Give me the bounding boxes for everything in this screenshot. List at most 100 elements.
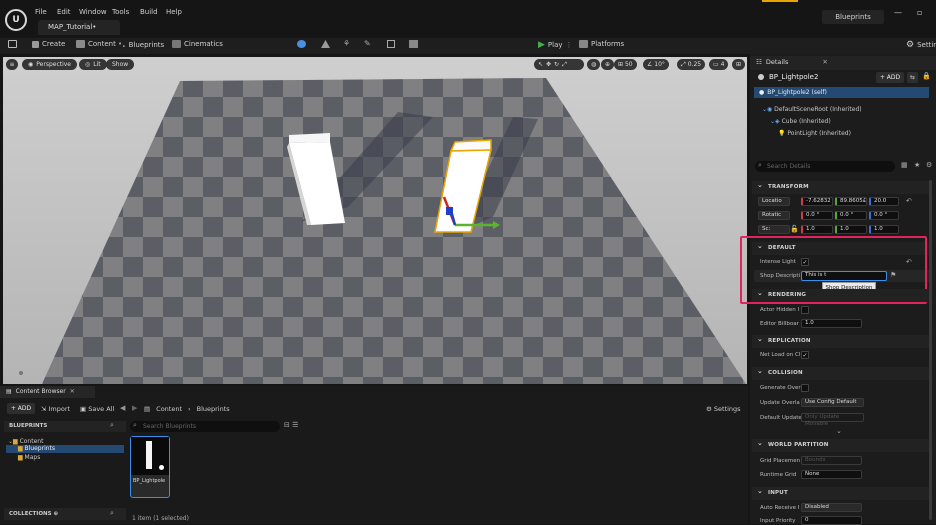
- net-load-checkbox[interactable]: ✓: [801, 351, 809, 359]
- collections-header[interactable]: COLLECTIONS ⊕: [4, 508, 126, 520]
- details-tab[interactable]: ☷ Details ✕: [756, 58, 828, 66]
- viewport-layout-icon[interactable]: ⊞: [732, 59, 746, 70]
- section-collision[interactable]: COLLISION: [752, 365, 930, 380]
- close-content-browser-icon[interactable]: ✕: [70, 388, 75, 396]
- location-z[interactable]: 20.0: [869, 197, 899, 206]
- rotation-snap-button[interactable]: ∠ 10°: [643, 59, 669, 70]
- save-all-button[interactable]: ▣ Save All: [80, 405, 114, 413]
- reset-location-icon[interactable]: ↶: [906, 197, 912, 205]
- level-viewport[interactable]: [3, 57, 747, 384]
- content-browser-tab[interactable]: ▤ Content Browser ✕: [0, 386, 95, 398]
- generate-overlap-checkbox[interactable]: [801, 384, 809, 392]
- perspective-button[interactable]: ◉ Perspective: [22, 59, 77, 70]
- section-rendering[interactable]: RENDERING: [752, 287, 930, 302]
- auto-receive-dropdown[interactable]: Disabled: [801, 503, 862, 512]
- tree-default-scene-root[interactable]: ⌄◉ DefaultSceneRoot (Inherited): [762, 106, 862, 113]
- rotation-dropdown[interactable]: Rotatic: [758, 211, 790, 220]
- level-tab[interactable]: MAP_Tutorial•: [38, 20, 120, 35]
- filter-icon[interactable]: ⊟ ☰: [284, 421, 298, 429]
- content-button[interactable]: Content: [76, 40, 116, 48]
- modeling-icon[interactable]: ✎: [364, 39, 371, 48]
- rotation-y[interactable]: 0.0 °: [835, 211, 867, 220]
- lock-icon[interactable]: 🔒: [922, 72, 931, 80]
- breadcrumb-blueprints[interactable]: Blueprints: [197, 405, 230, 413]
- history-back-icon[interactable]: ◀: [120, 404, 125, 412]
- surface-snap-icon[interactable]: ⊕: [601, 59, 615, 70]
- tree-maps[interactable]: ▆ Maps: [18, 454, 40, 461]
- component-self-row[interactable]: ● BP_Lightpole2 (self): [754, 87, 929, 98]
- create-button[interactable]: Create: [32, 40, 65, 48]
- fracture-icon[interactable]: [387, 40, 395, 48]
- details-settings-icon[interactable]: ⚙: [926, 161, 932, 169]
- section-world-partition[interactable]: WORLD PARTITION: [752, 437, 930, 452]
- play-options-icon[interactable]: ⋮: [566, 41, 573, 49]
- actor-hidden-checkbox[interactable]: [801, 306, 809, 314]
- menu-tools[interactable]: Tools: [112, 8, 129, 16]
- maximize-icon[interactable]: ▫: [917, 8, 922, 17]
- section-replication[interactable]: REPLICATION: [752, 333, 930, 348]
- tree-cube[interactable]: ⌄◈ Cube (Inherited): [770, 118, 831, 125]
- play-button[interactable]: ▶ Play ⋮: [538, 40, 573, 50]
- scale-x[interactable]: 1.0: [801, 225, 833, 234]
- blueprints-window-tab[interactable]: Blueprints: [822, 10, 884, 24]
- sources-header[interactable]: BLUEPRINTS: [4, 421, 126, 432]
- expand-advanced-icon[interactable]: ⌄: [836, 427, 842, 435]
- platforms-button[interactable]: Platforms: [579, 40, 624, 48]
- show-button[interactable]: Show: [106, 59, 135, 70]
- collections-search-icon[interactable]: ⌕: [110, 509, 114, 518]
- foliage-icon[interactable]: ⚘: [343, 39, 350, 48]
- breadcrumb-content[interactable]: Content: [156, 405, 182, 413]
- scale-lock-icon[interactable]: 🔓: [790, 225, 799, 233]
- minimize-icon[interactable]: —: [894, 8, 902, 17]
- menu-window[interactable]: Window: [79, 8, 107, 16]
- menu-help[interactable]: Help: [166, 8, 182, 16]
- sources-search-icon[interactable]: ⌕: [110, 421, 114, 430]
- table-view-icon[interactable]: ▦: [901, 161, 908, 169]
- settings-button[interactable]: ⚙ Settin: [906, 40, 936, 50]
- save-icon[interactable]: [8, 40, 17, 48]
- grid-snap-button[interactable]: ⊞ 50: [614, 59, 637, 70]
- location-dropdown[interactable]: Locatio: [758, 197, 790, 206]
- menu-file[interactable]: File: [35, 8, 47, 16]
- details-search-input[interactable]: Search Details: [755, 161, 895, 172]
- select-mode-icon[interactable]: [297, 40, 306, 48]
- menu-edit[interactable]: Edit: [57, 8, 71, 16]
- cb-settings-button[interactable]: ⚙ Settings: [706, 405, 741, 413]
- import-button[interactable]: ⇲ Import: [41, 405, 70, 413]
- update-overlaps-dropdown[interactable]: Use Config Default: [801, 398, 864, 407]
- rotation-x[interactable]: 0.0 °: [801, 211, 833, 220]
- lit-button[interactable]: ◎ Lit: [79, 59, 107, 70]
- viewport-menu-icon[interactable]: ≡: [6, 59, 18, 70]
- transform-tools[interactable]: ↖✥↻⤢: [534, 59, 584, 70]
- blueprint-icon[interactable]: ⇆: [907, 72, 918, 83]
- scale-snap-button[interactable]: ⤢ 0.25: [677, 59, 706, 70]
- camera-speed-button[interactable]: ▭ 4: [709, 59, 729, 70]
- blueprints-button[interactable]: •• Blueprints: [118, 40, 164, 50]
- scale-z[interactable]: 1.0: [869, 225, 899, 234]
- runtime-grid-input[interactable]: None: [801, 470, 862, 479]
- unreal-logo[interactable]: U: [5, 9, 27, 31]
- cinematics-button[interactable]: Cinematics: [172, 40, 223, 48]
- tree-point-light[interactable]: 💡 PointLight (Inherited): [778, 130, 851, 137]
- editor-billboard-input[interactable]: 1.0: [801, 319, 862, 328]
- cb-add-button[interactable]: + ADD: [7, 403, 35, 414]
- world-local-icon[interactable]: ◍: [587, 59, 601, 70]
- history-forward-icon[interactable]: ▶: [132, 404, 137, 412]
- scale-dropdown[interactable]: Sc:: [758, 225, 790, 234]
- star-icon[interactable]: ★: [914, 161, 920, 169]
- close-icon[interactable]: ✕: [822, 58, 827, 66]
- tree-blueprints[interactable]: ▆ Blueprints: [18, 445, 55, 452]
- tree-content[interactable]: ⌄▆ Content: [8, 438, 43, 445]
- details-scrollbar[interactable]: [929, 180, 932, 520]
- add-collection-icon[interactable]: ⊕: [53, 511, 58, 517]
- menu-build[interactable]: Build: [140, 8, 158, 16]
- add-component-button[interactable]: + ADD: [876, 72, 904, 83]
- cb-search-input[interactable]: Search Blueprints: [130, 421, 280, 432]
- section-input[interactable]: INPUT: [752, 485, 930, 500]
- location-x[interactable]: -7.62832: [801, 197, 833, 206]
- section-transform[interactable]: TRANSFORM: [752, 179, 930, 194]
- location-y[interactable]: 89.8605£: [835, 197, 867, 206]
- brush-icon[interactable]: [409, 40, 418, 48]
- rotation-z[interactable]: 0.0 °: [869, 211, 899, 220]
- asset-tile-bp-lightpole[interactable]: BP_Lightpole: [130, 436, 170, 498]
